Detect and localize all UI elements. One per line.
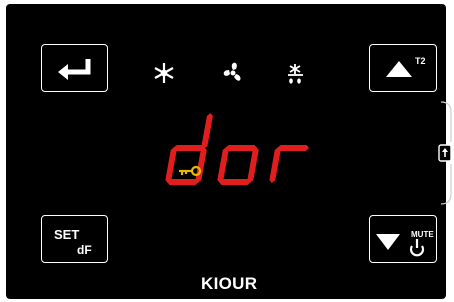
df-label: dF xyxy=(77,243,92,257)
set-label: SET xyxy=(54,227,80,242)
down-mute-button[interactable]: MUTE xyxy=(369,215,437,263)
defrost-icon xyxy=(288,64,303,84)
seven-segment-display xyxy=(165,113,310,185)
segment-b xyxy=(201,113,213,149)
status-icons xyxy=(154,62,303,84)
power-icon xyxy=(409,239,425,257)
segment-g xyxy=(173,145,206,151)
enter-arrow-icon xyxy=(58,59,91,80)
enter-button[interactable] xyxy=(41,44,108,92)
brand-logo: KIOUR xyxy=(201,274,258,293)
segment-e xyxy=(269,147,281,183)
segment-d xyxy=(219,179,251,185)
fan-icon xyxy=(223,62,241,81)
t2-label: T2 xyxy=(415,56,426,66)
segment-e xyxy=(165,147,177,183)
segment-c xyxy=(195,147,207,183)
snowflake-icon xyxy=(154,63,174,83)
segment-c xyxy=(247,147,259,183)
display-readout: dor xyxy=(150,100,330,205)
segment-d xyxy=(167,179,199,185)
side-bracket-indicator xyxy=(438,101,452,205)
down-mute-icons xyxy=(376,234,425,257)
down-triangle-icon xyxy=(376,234,400,250)
mute-label: MUTE xyxy=(411,230,434,239)
up-t2-button[interactable]: T2 xyxy=(369,44,437,92)
segment-g xyxy=(277,145,310,151)
segment-g xyxy=(225,145,258,151)
key-icon xyxy=(179,165,202,177)
set-df-button[interactable]: SET dF xyxy=(41,215,108,263)
segment-e xyxy=(217,147,229,183)
up-triangle-icon xyxy=(386,61,412,77)
